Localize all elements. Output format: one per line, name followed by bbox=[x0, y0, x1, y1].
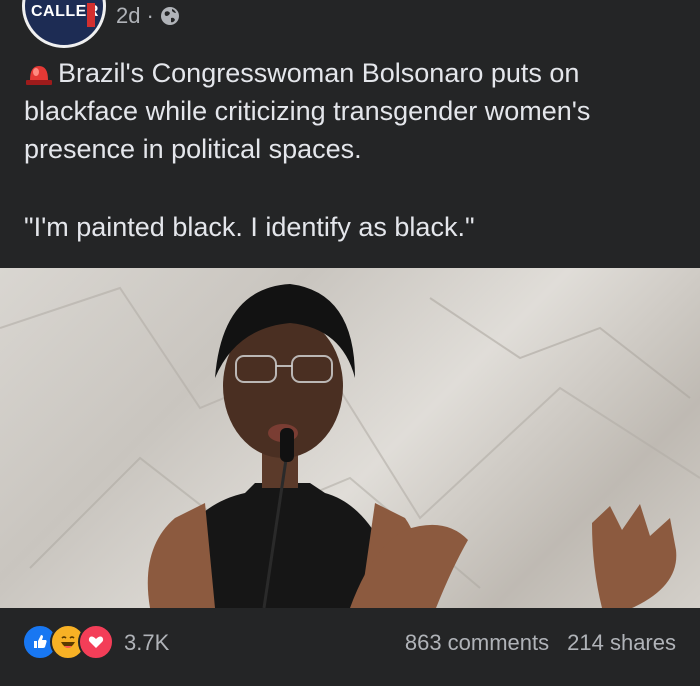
post-title: Brazil's Congresswoman Bolsonaro puts on… bbox=[24, 58, 591, 164]
page-avatar[interactable]: CALLER bbox=[22, 0, 106, 48]
post-quote: "I'm painted black. I identify as black.… bbox=[24, 212, 475, 242]
post-photo[interactable] bbox=[0, 268, 700, 608]
love-icon bbox=[78, 624, 114, 660]
post-title-paragraph: Brazil's Congresswoman Bolsonaro puts on… bbox=[24, 54, 674, 168]
post-stats: 863 comments 214 shares bbox=[405, 630, 676, 656]
reaction-icons[interactable] bbox=[22, 624, 114, 660]
reaction-count[interactable]: 3.7K bbox=[124, 630, 169, 656]
comments-count[interactable]: 863 comments bbox=[405, 630, 549, 656]
avatar-logo-mark bbox=[87, 3, 95, 27]
post-footer: 3.7K 863 comments 214 shares bbox=[0, 610, 700, 686]
globe-icon bbox=[160, 7, 179, 25]
meta-separator: · bbox=[146, 3, 154, 28]
post-meta: 2d · bbox=[116, 3, 180, 29]
siren-icon bbox=[26, 66, 52, 85]
shares-count[interactable]: 214 shares bbox=[567, 630, 676, 656]
post-header: CALLER 2d · bbox=[0, 0, 700, 50]
post-text: Brazil's Congresswoman Bolsonaro puts on… bbox=[24, 54, 674, 246]
photo-illustration bbox=[0, 284, 700, 608]
post-time[interactable]: 2d bbox=[116, 3, 140, 29]
